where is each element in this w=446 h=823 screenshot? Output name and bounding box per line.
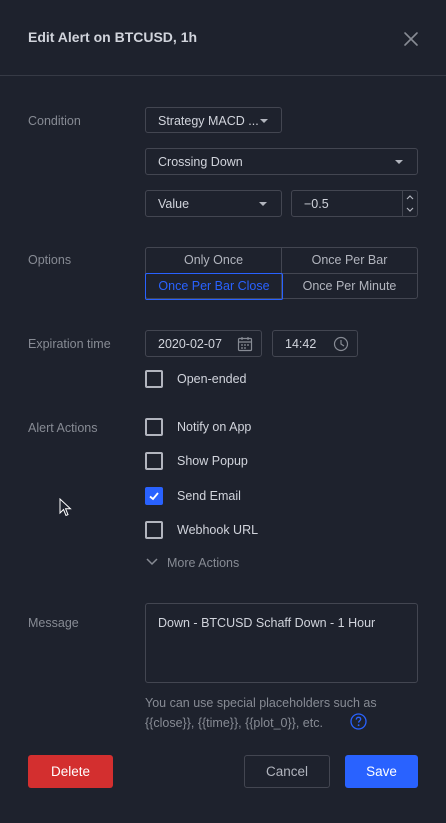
expiration-time-value: 14:42 (285, 337, 317, 351)
dialog-header: Edit Alert on BTCUSD, 1h (0, 0, 446, 76)
value-input-text: −0.5 (304, 197, 329, 211)
send-email-label: Send Email (177, 489, 241, 503)
open-ended-checkbox[interactable] (145, 370, 163, 388)
value-input[interactable]: −0.5 (291, 190, 418, 217)
dialog-title: Edit Alert on BTCUSD, 1h (28, 29, 198, 45)
checkmark-icon (149, 492, 159, 501)
save-button[interactable]: Save (345, 755, 418, 788)
message-textarea[interactable]: Down - BTCUSD Schaff Down - 1 Hour (145, 603, 418, 683)
condition-source-value: Strategy MACD ... (158, 114, 259, 128)
chevron-down-icon (146, 558, 158, 566)
value-type-value: Value (158, 197, 190, 211)
condition-source-select[interactable]: Strategy MACD ... (145, 107, 282, 133)
value-type-select[interactable]: Value (145, 190, 282, 217)
cancel-button[interactable]: Cancel (244, 755, 330, 788)
increment-icon[interactable] (404, 193, 416, 202)
message-text: Down - BTCUSD Schaff Down - 1 Hour (158, 616, 376, 630)
send-email-checkbox[interactable] (145, 487, 163, 505)
chevron-down-icon (395, 160, 403, 164)
more-actions-label: More Actions (167, 556, 240, 570)
help-icon[interactable] (350, 713, 367, 730)
chevron-down-icon (259, 202, 267, 206)
more-actions-toggle[interactable]: More Actions (145, 555, 255, 571)
notify-on-app-checkbox[interactable] (145, 418, 163, 436)
message-hint-line1: You can use special placeholders such as (145, 696, 377, 710)
expiration-date-value: 2020-02-07 (158, 337, 222, 351)
message-hint-line2: {{close}}, {{time}}, {{plot_0}}, etc. (145, 716, 323, 730)
chevron-down-icon (260, 119, 268, 123)
option-once-per-bar[interactable]: Once Per Bar (282, 248, 417, 274)
condition-label: Condition (28, 114, 81, 128)
show-popup-checkbox[interactable] (145, 452, 163, 470)
notify-on-app-label: Notify on App (177, 420, 252, 434)
option-once-per-minute[interactable]: Once Per Minute (282, 274, 417, 300)
expiration-time-input[interactable]: 14:42 (272, 330, 358, 357)
option-only-once[interactable]: Only Once (146, 248, 281, 274)
close-icon[interactable] (402, 30, 420, 48)
cursor-icon (59, 498, 72, 517)
options-segmented-control: Only Once Once Per Bar Once Per Bar Clos… (145, 247, 418, 300)
options-label: Options (28, 253, 72, 267)
alert-actions-label: Alert Actions (28, 421, 98, 435)
show-popup-label: Show Popup (177, 454, 248, 468)
clock-icon[interactable] (333, 336, 349, 352)
expiration-date-input[interactable]: 2020-02-07 (145, 330, 262, 357)
calendar-icon[interactable] (237, 336, 253, 352)
message-label: Message (28, 616, 79, 630)
option-once-per-bar-close[interactable]: Once Per Bar Close (145, 273, 283, 300)
expiration-label: Expiration time (28, 337, 111, 351)
decrement-icon[interactable] (404, 205, 416, 214)
webhook-url-label: Webhook URL (177, 523, 259, 537)
condition-operator-select[interactable]: Crossing Down (145, 148, 418, 175)
open-ended-label: Open-ended (177, 372, 247, 386)
delete-button[interactable]: Delete (28, 755, 113, 788)
webhook-url-checkbox[interactable] (145, 521, 163, 539)
condition-operator-value: Crossing Down (158, 155, 243, 169)
